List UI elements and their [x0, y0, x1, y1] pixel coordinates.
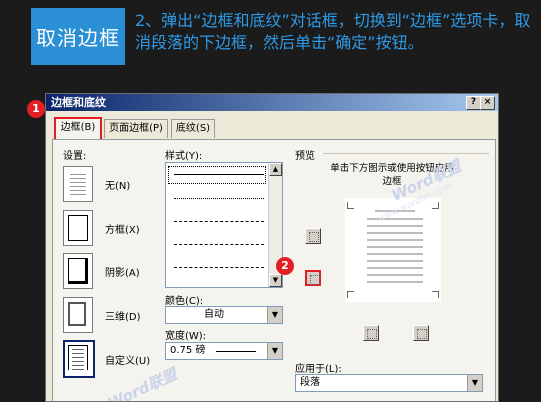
style-list[interactable]: ▲ ▼ [165, 162, 283, 288]
style-dashed-small[interactable] [174, 221, 264, 222]
tab-borders[interactable]: 边框(B) [54, 117, 102, 141]
setting-shadow-icon[interactable] [63, 253, 93, 289]
tab-shading[interactable]: 底纹(S) [171, 119, 215, 138]
width-select[interactable]: 0.75 磅 ▼ [165, 342, 283, 360]
style-dash-dot[interactable] [174, 267, 264, 268]
style-dotted[interactable] [174, 198, 264, 199]
tutorial-banner: 取消边框 2、弹出“边框和底纹”对话框，切换到“边框”选项卡，取消段落的下边框，… [0, 0, 541, 83]
style-solid[interactable] [174, 174, 264, 175]
step-tag: 取消边框 [31, 8, 125, 65]
top-border-button[interactable] [305, 228, 321, 244]
preview-text-line [367, 225, 423, 227]
preview-text-line [367, 281, 423, 283]
corner-mark [432, 291, 439, 298]
color-select[interactable]: 自动 ▼ [165, 306, 283, 324]
preview-text-line [367, 260, 423, 262]
scroll-down-icon[interactable]: ▼ [269, 274, 282, 287]
watermark-brand-2: Word联盟 [104, 365, 180, 402]
color-label: 颜色(C): [165, 296, 204, 307]
tab-panel: 设置: 无(N) 方框(X) 阴影(A) 三维(D) 自定义(U) 样式(Y): [52, 139, 496, 402]
preview-text-line [367, 267, 423, 269]
preview-text-line [367, 232, 423, 234]
setting-shadow-label[interactable]: 阴影(A) [105, 264, 140, 279]
setting-box-label[interactable]: 方框(X) [105, 221, 140, 236]
apply-select[interactable]: 段落 ▼ [295, 374, 483, 392]
preview-text-line [367, 246, 423, 248]
settings-label: 设置: [63, 151, 87, 162]
step-marker-1: 1 [27, 100, 45, 118]
style-selected-item[interactable] [168, 166, 266, 184]
corner-mark [347, 202, 354, 209]
close-button[interactable]: × [480, 96, 495, 110]
preview-text-line [367, 274, 423, 276]
width-label: 宽度(W): [165, 331, 207, 342]
chevron-down-icon[interactable]: ▼ [267, 307, 282, 323]
setting-custom-icon[interactable] [63, 340, 95, 378]
preview-text-line [367, 253, 423, 255]
preview-text-line [367, 239, 423, 241]
preview-label: 预览 [295, 151, 315, 162]
color-value: 自动 [204, 309, 224, 320]
borders-shading-dialog: 边框和底纹 ? × 边框(B) 页面边框(P) 底纹(S) 设置: 无(N) 方… [45, 93, 499, 402]
setting-box-icon[interactable] [63, 210, 93, 246]
apply-label: 应用于(L): [295, 364, 342, 375]
step-marker-2: 2 [276, 257, 294, 275]
help-button[interactable]: ? [466, 96, 481, 110]
setting-3d-icon[interactable] [63, 297, 93, 333]
chevron-down-icon[interactable]: ▼ [467, 375, 482, 391]
right-border-button[interactable] [413, 325, 429, 341]
setting-3d-label[interactable]: 三维(D) [105, 308, 141, 323]
setting-none-label[interactable]: 无(N) [105, 177, 130, 192]
setting-none-icon[interactable] [63, 166, 93, 202]
preview-divider [323, 153, 489, 154]
preview-text-line [367, 218, 423, 220]
width-value: 0.75 磅 [170, 345, 206, 356]
tab-page-border[interactable]: 页面边框(P) [104, 119, 168, 138]
instruction-text: 2、弹出“边框和底纹”对话框，切换到“边框”选项卡，取消段落的下边框，然后单击“… [135, 11, 531, 52]
left-border-button[interactable] [363, 325, 379, 341]
bottom-border-button[interactable] [305, 270, 321, 286]
corner-mark [432, 202, 439, 209]
style-dashed[interactable] [174, 244, 264, 245]
dialog-title: 边框和底纹 [51, 96, 106, 109]
setting-custom-label[interactable]: 自定义(U) [105, 352, 150, 367]
corner-mark [347, 291, 354, 298]
chevron-down-icon[interactable]: ▼ [267, 343, 282, 359]
style-label: 样式(Y): [165, 151, 203, 162]
width-line-sample [216, 351, 256, 352]
dialog-titlebar: 边框和底纹 ? × [46, 94, 498, 111]
scroll-up-icon[interactable]: ▲ [269, 163, 282, 176]
apply-value: 段落 [300, 377, 320, 388]
